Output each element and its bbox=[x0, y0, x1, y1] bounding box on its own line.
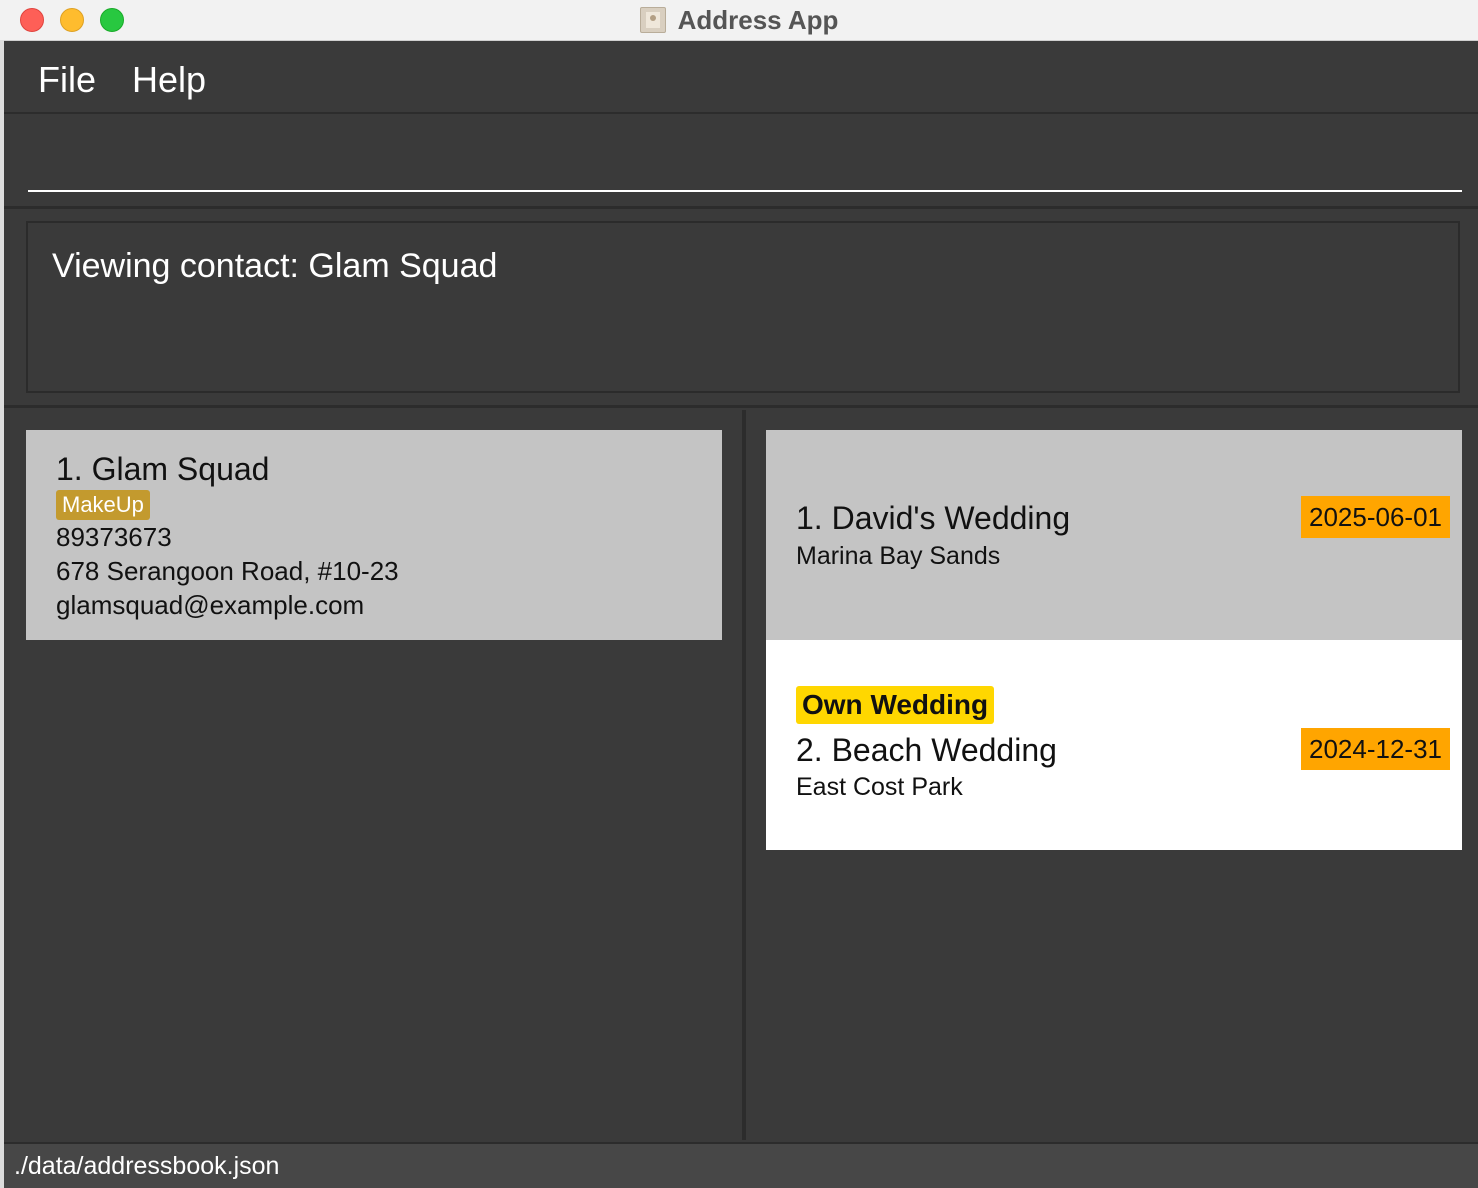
status-bar: ./data/addressbook.json bbox=[4, 1142, 1478, 1188]
wedding-date-badge: 2024-12-31 bbox=[1301, 728, 1450, 770]
title-bar: Address App bbox=[0, 0, 1478, 41]
menu-bar: File Help bbox=[4, 48, 1478, 114]
window-title-group: Address App bbox=[0, 0, 1478, 40]
own-wedding-tag: Own Wedding bbox=[796, 686, 995, 724]
menu-file[interactable]: File bbox=[38, 58, 96, 102]
window-title: Address App bbox=[677, 4, 839, 35]
wedding-name: 2. Beach Wedding bbox=[796, 732, 1057, 768]
person-address: 678 Serangoon Road, #10-23 bbox=[56, 556, 399, 586]
wedding-list-panel: 1. David's Wedding Marina Bay Sands 2025… bbox=[746, 410, 1478, 1140]
person-phone: 89373673 bbox=[56, 522, 172, 552]
wedding-name: 1. David's Wedding bbox=[796, 500, 1071, 536]
result-display-area: Viewing contact: Glam Squad bbox=[4, 209, 1478, 408]
wedding-card[interactable]: 1. David's Wedding Marina Bay Sands 2025… bbox=[766, 430, 1462, 640]
address-book-icon bbox=[639, 7, 666, 33]
person-card[interactable]: 1. Glam Squad MakeUp 89373673 678 Serang… bbox=[26, 430, 722, 640]
command-box-area bbox=[4, 114, 1478, 209]
person-name: 1. Glam Squad bbox=[56, 451, 270, 487]
command-input[interactable] bbox=[28, 122, 1462, 192]
wedding-date-badge: 2025-06-01 bbox=[1301, 496, 1450, 538]
person-tag: MakeUp bbox=[56, 490, 150, 520]
person-email: glamsquad@example.com bbox=[56, 590, 365, 620]
result-message: Viewing contact: Glam Squad bbox=[52, 247, 498, 285]
person-list-panel: 1. Glam Squad MakeUp 89373673 678 Serang… bbox=[4, 410, 742, 1140]
menu-help[interactable]: Help bbox=[132, 58, 206, 102]
wedding-location: Marina Bay Sands bbox=[796, 542, 1001, 570]
wedding-location: East Cost Park bbox=[796, 773, 963, 801]
result-display[interactable]: Viewing contact: Glam Squad bbox=[26, 221, 1460, 393]
save-file-path: ./data/addressbook.json bbox=[14, 1152, 280, 1180]
wedding-card[interactable]: Own Wedding 2. Beach Wedding East Cost P… bbox=[766, 640, 1462, 850]
